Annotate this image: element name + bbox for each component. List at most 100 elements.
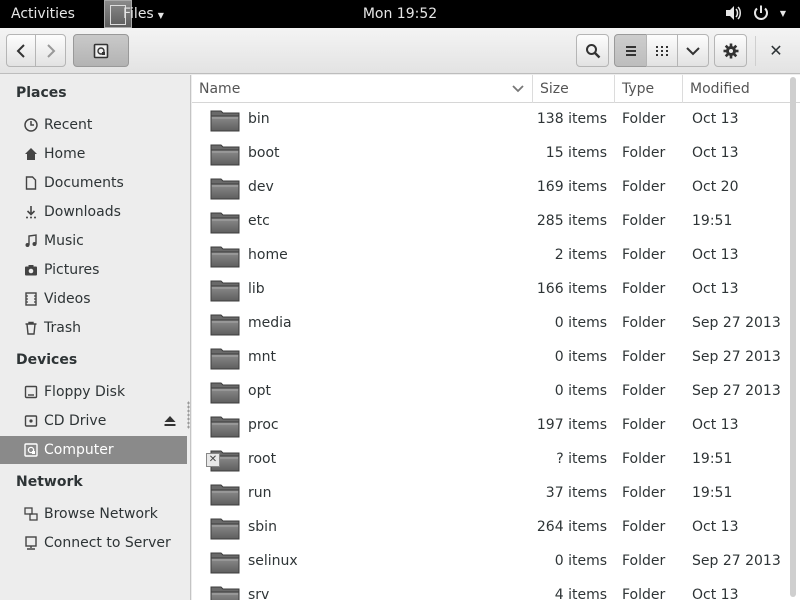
app-menu[interactable]: Files ▼ — [104, 0, 164, 28]
file-size: 37 items — [545, 485, 607, 501]
cd-icon — [24, 414, 38, 428]
file-row[interactable]: ✕ root ? items Folder 19:51 — [192, 443, 792, 477]
sidebar-item-label: Computer — [44, 442, 114, 458]
column-header-type[interactable]: Type — [614, 75, 682, 103]
sidebar-item-pictures[interactable]: Pictures — [0, 256, 187, 284]
sidebar: Places Recent Home Documents Downloads M… — [0, 75, 191, 600]
folder-icon — [210, 348, 240, 370]
file-row[interactable]: dev 169 items Folder Oct 20 — [192, 171, 792, 205]
list-view-button[interactable] — [614, 34, 647, 67]
sidebar-item-label: Pictures — [44, 262, 100, 278]
file-list: Name Size Type Modified bin 138 items Fold… — [192, 75, 800, 600]
file-modified: Sep 27 2013 — [692, 315, 781, 331]
file-size: 4 items — [554, 587, 607, 600]
close-button[interactable]: ✕ — [760, 34, 792, 67]
column-header-label: Modified — [690, 81, 750, 97]
file-modified: Oct 13 — [692, 247, 739, 263]
sidebar-item-label: Documents — [44, 175, 124, 191]
sidebar-item-computer[interactable]: Computer — [0, 436, 187, 464]
file-name: run — [248, 485, 272, 501]
file-row[interactable]: opt 0 items Folder Sep 27 2013 — [192, 375, 792, 409]
file-row[interactable]: media 0 items Folder Sep 27 2013 — [192, 307, 792, 341]
file-modified: 19:51 — [692, 485, 733, 501]
file-size: 169 items — [536, 179, 607, 195]
file-row[interactable]: boot 15 items Folder Oct 13 — [192, 137, 792, 171]
file-type: Folder — [622, 519, 666, 535]
search-icon — [585, 43, 600, 58]
location-computer-button[interactable] — [73, 34, 129, 67]
file-type: Folder — [622, 179, 666, 195]
top-bar: Activities Files ▼ Mon 19:52 ▼ — [0, 0, 800, 28]
file-type: Folder — [622, 213, 666, 229]
file-name: root — [248, 451, 277, 467]
volume-icon[interactable] — [724, 4, 742, 22]
file-type: Folder — [622, 553, 666, 569]
sidebar-item-music[interactable]: Music — [0, 227, 187, 255]
close-icon: ✕ — [769, 41, 783, 60]
file-name: etc — [248, 213, 270, 229]
sidebar-item-label: Trash — [44, 320, 81, 336]
header-separator — [755, 36, 756, 66]
file-type: Folder — [622, 485, 666, 501]
file-row[interactable]: selinux 0 items Folder Sep 27 2013 — [192, 545, 792, 579]
grid-view-button[interactable] — [646, 34, 678, 67]
eject-icon[interactable] — [163, 414, 177, 428]
forward-button[interactable] — [35, 34, 66, 67]
file-name: proc — [248, 417, 279, 433]
chevron-down-icon[interactable]: ▼ — [780, 9, 786, 18]
folder-icon — [210, 314, 240, 336]
sidebar-item-documents[interactable]: Documents — [0, 169, 187, 197]
sidebar-item-browse-network[interactable]: Browse Network — [0, 500, 187, 528]
file-type: Folder — [622, 451, 666, 467]
file-size: 0 items — [554, 349, 607, 365]
scrollbar[interactable] — [790, 77, 796, 597]
sidebar-item-downloads[interactable]: Downloads — [0, 198, 187, 226]
column-header-size[interactable]: Size — [532, 75, 614, 103]
file-row[interactable]: run 37 items Folder 19:51 — [192, 477, 792, 511]
file-row[interactable]: sbin 264 items Folder Oct 13 — [192, 511, 792, 545]
sidebar-item-recent[interactable]: Recent — [0, 111, 187, 139]
column-header-modified[interactable]: Modified — [682, 75, 792, 103]
file-size: 166 items — [536, 281, 607, 297]
search-button[interactable] — [576, 34, 609, 67]
file-row[interactable]: etc 285 items Folder 19:51 — [192, 205, 792, 239]
file-row[interactable]: bin 138 items Folder Oct 13 — [192, 103, 792, 137]
sidebar-item-cd-drive[interactable]: CD Drive — [0, 407, 187, 435]
activities-button[interactable]: Activities — [11, 6, 75, 22]
sidebar-item-videos[interactable]: Videos — [0, 285, 187, 313]
file-row[interactable]: lib 166 items Folder Oct 13 — [192, 273, 792, 307]
file-name: lib — [248, 281, 265, 297]
sidebar-item-label: Downloads — [44, 204, 121, 220]
power-icon[interactable] — [752, 4, 770, 22]
file-row[interactable]: proc 197 items Folder Oct 13 — [192, 409, 792, 443]
system-tray[interactable]: ▼ — [724, 4, 786, 22]
file-type: Folder — [622, 281, 666, 297]
file-type: Folder — [622, 145, 666, 161]
file-size: 0 items — [554, 383, 607, 399]
column-header-name[interactable]: Name — [192, 75, 532, 103]
file-type: Folder — [622, 111, 666, 127]
file-type: Folder — [622, 383, 666, 399]
sidebar-item-floppy-disk[interactable]: Floppy Disk — [0, 378, 187, 406]
sidebar-item-trash[interactable]: Trash — [0, 314, 187, 342]
folder-icon — [210, 586, 240, 600]
camera-icon — [24, 263, 38, 277]
file-row[interactable]: mnt 0 items Folder Sep 27 2013 — [192, 341, 792, 375]
file-row[interactable]: srv 4 items Folder Oct 13 — [192, 579, 792, 600]
clock[interactable]: Mon 19:52 — [363, 6, 437, 22]
film-icon — [24, 292, 38, 306]
view-options-button[interactable] — [677, 34, 709, 67]
back-button[interactable] — [6, 34, 36, 67]
floppy-icon — [24, 385, 38, 399]
file-name: boot — [248, 145, 280, 161]
server-icon — [24, 536, 38, 550]
sidebar-item-home[interactable]: Home — [0, 140, 187, 168]
file-size: 2 items — [554, 247, 607, 263]
chevron-right-icon — [46, 43, 55, 58]
settings-button[interactable] — [714, 34, 747, 67]
sidebar-item-label: Music — [44, 233, 84, 249]
sidebar-item-connect-to-server[interactable]: Connect to Server — [0, 529, 187, 557]
sidebar-heading-network: Network — [16, 474, 83, 490]
sidebar-resize-handle[interactable] — [187, 401, 190, 429]
file-row[interactable]: home 2 items Folder Oct 13 — [192, 239, 792, 273]
